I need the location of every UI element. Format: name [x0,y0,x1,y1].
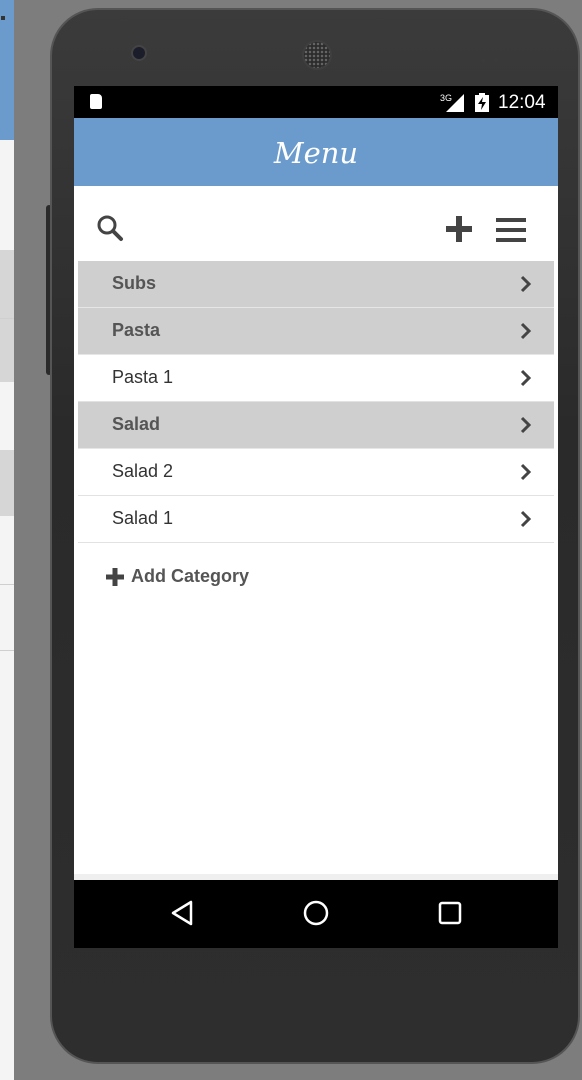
list-item-label: Salad 1 [112,508,174,528]
plus-icon [106,568,124,586]
recents-icon[interactable] [438,901,462,925]
chevron-right-icon [520,463,532,481]
network-type-label: 3G [440,93,452,103]
app-header: Menu [74,118,558,186]
hamburger-menu-icon[interactable] [496,218,526,242]
list-item[interactable]: Pasta 1 [78,355,554,402]
home-icon[interactable] [302,899,330,927]
list-item-category[interactable]: Subs [78,261,554,308]
battery-icon [475,93,489,112]
chevron-right-icon [520,322,532,340]
add-item-icon[interactable] [446,216,472,242]
toolbar [74,186,558,262]
list-item-label: Salad 2 [112,461,174,481]
status-bar: 3G 12:04 [74,86,558,118]
chevron-right-icon [520,369,532,387]
menu-list: Subs Pasta Pasta 1 Salad Salad 2 Salad 1 [78,261,554,543]
page-title: Menu [273,136,359,170]
phone-screen: 3G 12:04 Menu Subs Pasta Pasta 1 Salad S… [74,86,558,948]
add-category-label: Add Category [131,566,250,586]
list-item[interactable]: Salad 1 [78,496,554,543]
background-divider [0,650,14,651]
background-app-window [0,0,14,1080]
list-item-label: Salad [112,414,161,434]
search-icon[interactable] [96,214,124,242]
list-item-category[interactable]: Pasta [78,308,554,355]
list-item-label: Pasta 1 [112,367,174,387]
chevron-right-icon [520,275,532,293]
front-camera [133,47,145,59]
background-divider [0,584,14,585]
background-divider [0,318,14,319]
list-item-label: Subs [112,273,157,293]
background-app-header [0,0,14,140]
earpiece-speaker [304,42,330,68]
list-item[interactable]: Salad 2 [78,449,554,496]
signal-icon: 3G [440,93,464,112]
list-item-label: Pasta [112,320,161,340]
background-app-row [0,250,14,382]
sd-card-icon [90,94,102,109]
chevron-right-icon [520,416,532,434]
background-app-row [0,450,14,516]
system-nav-bar [74,880,558,948]
status-clock: 12:04 [498,92,546,113]
back-icon[interactable] [170,900,194,926]
proximity-sensor [481,50,511,63]
list-item-category[interactable]: Salad [78,402,554,449]
chevron-right-icon [520,510,532,528]
background-app-icon [1,16,5,20]
